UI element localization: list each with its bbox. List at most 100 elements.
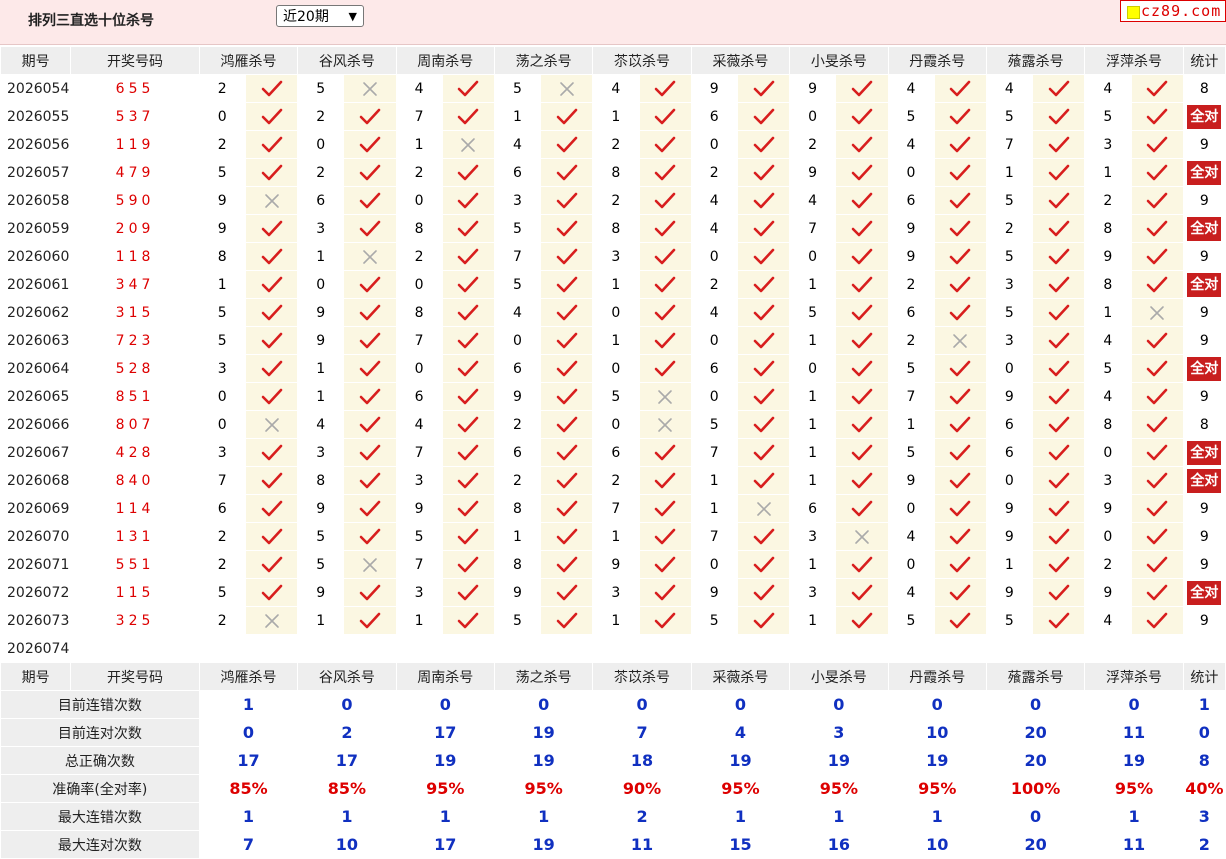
kill-number: 5 xyxy=(395,522,443,551)
result-mark xyxy=(540,494,594,523)
kill-number: 8 xyxy=(395,214,443,243)
stats-value: 19 xyxy=(493,830,594,859)
check-icon xyxy=(640,164,691,182)
check-icon xyxy=(443,108,494,126)
kill-number: 9 xyxy=(690,578,738,607)
result-mark xyxy=(1130,494,1184,523)
result-mark xyxy=(343,578,397,607)
current-kill-number: 4 xyxy=(1084,634,1132,663)
check-icon xyxy=(935,276,986,294)
result-mark xyxy=(835,186,889,215)
result-mark xyxy=(540,382,594,411)
check-icon xyxy=(640,360,691,378)
kill-number: 2 xyxy=(592,130,640,159)
stats-value: 1 xyxy=(493,802,594,831)
table-row: 2026056 119 2 0 1 4 2 0 2 4 7 3 9 xyxy=(0,130,1226,159)
kill-number: 8 xyxy=(592,158,640,187)
check-icon xyxy=(1033,220,1084,238)
check-icon xyxy=(1132,612,1183,630)
stats-header-expert: 荡之杀号 xyxy=(493,662,594,691)
result-mark xyxy=(638,550,692,579)
kill-number: 6 xyxy=(985,438,1034,467)
result-mark xyxy=(244,494,299,523)
stats-value: 3 xyxy=(789,718,889,747)
result-mark xyxy=(343,494,397,523)
result-mark xyxy=(1032,130,1086,159)
result-mark xyxy=(244,354,299,383)
kill-number: 0 xyxy=(395,186,443,215)
result-mark xyxy=(638,354,692,383)
result-mark xyxy=(933,326,987,355)
kill-number: 6 xyxy=(887,186,935,215)
stats-value: 19 xyxy=(1084,746,1184,775)
stats-label: 最大连错次数 xyxy=(0,802,200,831)
result-mark xyxy=(244,298,299,327)
check-icon xyxy=(640,220,691,238)
check-icon xyxy=(344,192,395,210)
check-icon xyxy=(935,416,986,434)
table-row: 2026055 537 0 2 7 1 1 6 0 5 5 5 全对 xyxy=(0,102,1226,131)
result-mark xyxy=(736,102,791,131)
stats-value: 85% xyxy=(198,774,299,803)
empty-cell xyxy=(244,634,299,663)
stat-cell: 全对 xyxy=(1182,102,1226,131)
check-icon xyxy=(246,444,297,462)
kill-number: 4 xyxy=(1084,382,1132,411)
top-bar: 排列三直选十位杀号 近20期 ▼ cz89.com xyxy=(0,0,1226,45)
kill-number: 7 xyxy=(198,466,246,495)
kill-number: 4 xyxy=(690,186,738,215)
period-cell: 2026073 xyxy=(0,606,72,635)
check-icon xyxy=(935,136,986,154)
stats-header-row: 期号 开奖号码 鸿雁杀号 谷风杀号 周南杀号 荡之杀号 苶苡杀号 采薇杀号 小旻杀号 丹霞杀号 蕵露… xyxy=(0,662,1226,691)
kill-number: 2 xyxy=(690,158,738,187)
check-icon xyxy=(246,136,297,154)
result-mark xyxy=(441,158,495,187)
result-mark xyxy=(1130,270,1184,299)
result-mark xyxy=(736,438,791,467)
kill-number: 1 xyxy=(592,606,640,635)
result-mark xyxy=(343,102,397,131)
check-icon xyxy=(443,220,494,238)
kill-number: 7 xyxy=(690,522,738,551)
stats-header-number: 开奖号码 xyxy=(70,662,200,691)
cross-icon xyxy=(738,501,789,517)
check-icon xyxy=(935,584,986,602)
stat-cell: 9 xyxy=(1182,550,1226,579)
stat-cell: 全对 xyxy=(1182,578,1226,607)
empty-cell xyxy=(1032,634,1086,663)
check-icon xyxy=(640,248,691,266)
stats-value: 0 xyxy=(297,690,397,719)
site-logo[interactable]: cz89.com xyxy=(1120,0,1226,22)
check-icon xyxy=(935,500,986,518)
check-icon xyxy=(443,612,494,630)
kill-number: 7 xyxy=(789,214,837,243)
result-mark xyxy=(933,270,987,299)
result-mark xyxy=(1032,606,1086,635)
empty-cell xyxy=(540,634,594,663)
result-mark xyxy=(638,382,692,411)
kill-number: 5 xyxy=(887,606,935,635)
check-icon xyxy=(836,220,887,238)
period-range-select[interactable]: 近20期 ▼ xyxy=(276,5,364,27)
col-header-expert: 小旻杀号 xyxy=(789,46,889,75)
result-mark xyxy=(1032,298,1086,327)
kill-number: 1 xyxy=(493,102,542,131)
check-icon xyxy=(738,416,789,434)
kill-number: 3 xyxy=(985,326,1034,355)
result-mark xyxy=(244,410,299,439)
check-icon xyxy=(1132,332,1183,350)
kill-number: 6 xyxy=(592,438,640,467)
result-mark xyxy=(244,270,299,299)
result-mark xyxy=(933,354,987,383)
check-icon xyxy=(836,164,887,182)
stats-total: 1 xyxy=(1182,690,1226,719)
period-cell: 2026072 xyxy=(0,578,72,607)
result-mark xyxy=(933,298,987,327)
check-icon xyxy=(541,528,592,546)
stats-total: 40% xyxy=(1182,774,1226,803)
check-icon xyxy=(443,472,494,490)
result-mark xyxy=(933,494,987,523)
stats-value: 0 xyxy=(1084,690,1184,719)
kill-number: 6 xyxy=(887,298,935,327)
draw-number: 118 xyxy=(70,242,200,271)
